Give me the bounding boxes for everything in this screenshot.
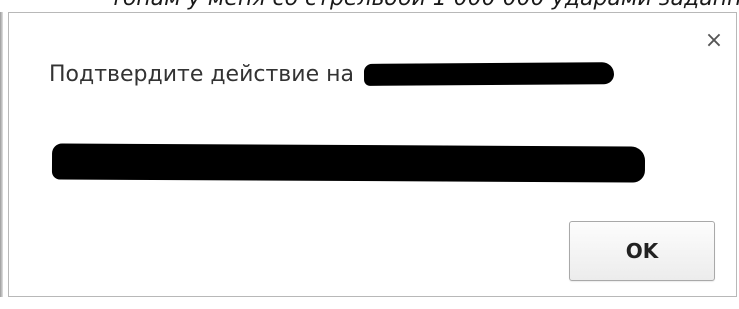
page: тонам у меня со стрельбой 1 000 000 удар… [0, 0, 739, 309]
ok-button[interactable]: OK [569, 221, 715, 281]
dialog-left-edge [0, 12, 3, 297]
close-icon[interactable]: × [704, 30, 724, 52]
dialog-title: Подтвердите действие на [49, 61, 354, 87]
dialog-header: Подтвердите действие на [49, 57, 615, 91]
confirm-dialog: × Подтвердите действие на OK [8, 12, 737, 297]
redacted-dialog-message [51, 143, 646, 183]
redacted-host-name [363, 62, 615, 86]
background-partial-text: тонам у меня со стрельбой 1 000 000 удар… [110, 0, 739, 11]
